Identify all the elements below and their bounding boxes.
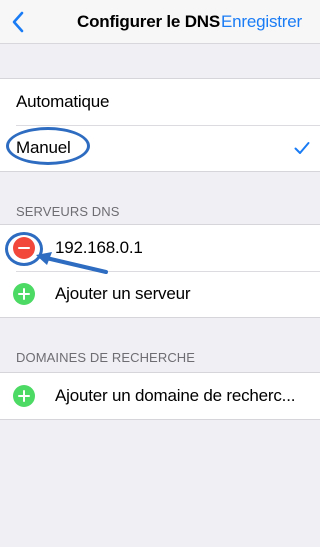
navigation-bar: Configurer le DNS Enregistrer bbox=[0, 0, 320, 44]
add-search-domain-label: Ajouter un domaine de recherc... bbox=[55, 386, 296, 405]
add-icon bbox=[13, 385, 35, 407]
search-domains-group: Ajouter un domaine de recherc... bbox=[0, 372, 320, 420]
dns-mode-group: Automatique Manuel bbox=[0, 78, 320, 172]
dns-servers-group: 192.168.0.1 Ajouter un serveur bbox=[0, 224, 320, 318]
mode-option-label: Automatique bbox=[16, 92, 110, 111]
section-header-search-domains: DOMAINES DE RECHERCHE bbox=[16, 350, 196, 365]
mode-option-label: Manuel bbox=[16, 138, 71, 157]
chevron-left-icon bbox=[12, 11, 24, 33]
add-server-button[interactable]: Ajouter un serveur bbox=[0, 271, 320, 317]
section-header-dns-servers: SERVEURS DNS bbox=[16, 204, 120, 219]
back-button[interactable] bbox=[4, 4, 32, 40]
save-button[interactable]: Enregistrer bbox=[221, 12, 302, 32]
checkmark-icon bbox=[294, 142, 310, 154]
dns-server-row[interactable]: 192.168.0.1 bbox=[0, 225, 320, 271]
add-search-domain-button[interactable]: Ajouter un domaine de recherc... bbox=[0, 373, 320, 419]
delete-icon[interactable] bbox=[13, 237, 35, 259]
mode-option-manual[interactable]: Manuel bbox=[0, 125, 320, 171]
mode-option-automatic[interactable]: Automatique bbox=[0, 79, 320, 125]
add-icon bbox=[13, 283, 35, 305]
page-title: Configurer le DNS bbox=[77, 12, 221, 31]
dns-server-address: 192.168.0.1 bbox=[55, 238, 143, 257]
add-server-label: Ajouter un serveur bbox=[55, 284, 191, 303]
